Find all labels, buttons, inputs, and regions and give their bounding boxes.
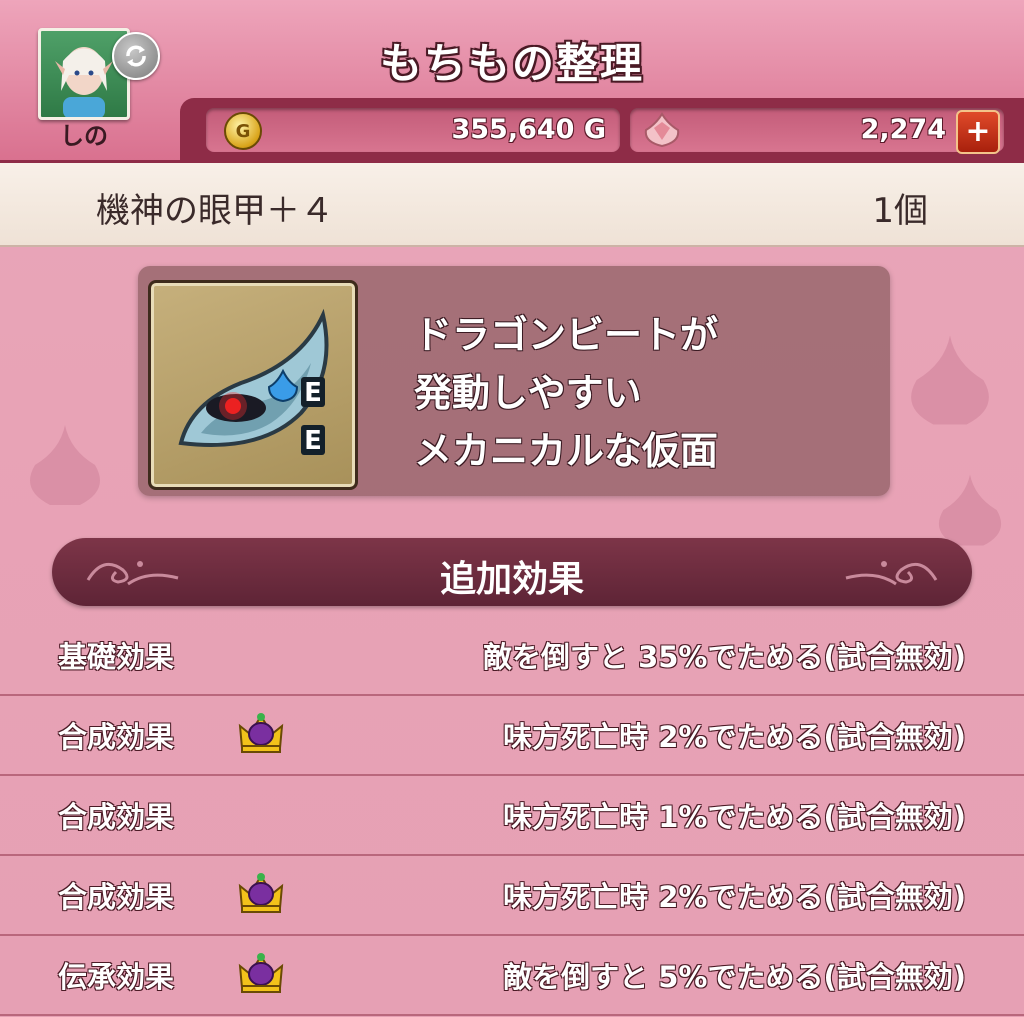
item-name: 機神の眼甲＋４ — [96, 191, 334, 231]
effect-value: 敵を倒すと 35%でためる(試合無効) — [482, 640, 966, 674]
item-count: 1個 — [872, 191, 928, 231]
effect-value: 味方死亡時 1%でためる(試合無効) — [503, 800, 966, 834]
effect-label: 合成効果 — [58, 720, 175, 754]
gold-coin-icon: G — [224, 112, 262, 150]
gem-icon — [644, 112, 680, 148]
effect-label: 基礎効果 — [58, 640, 175, 674]
effect-row: 合成効果 味方死亡時 1%でためる(試合無効) — [0, 774, 1024, 856]
page-title: もちもの整理 — [379, 39, 644, 88]
effect-row: 合成効果 味方死亡時 2%でためる(試合無効) — [0, 854, 1024, 936]
effect-row: 伝承効果 敵を倒すと 5%でためる(試合無効) — [0, 934, 1024, 1016]
effect-value: 味方死亡時 2%でためる(試合無効) — [503, 720, 966, 754]
effect-label: 合成効果 — [58, 880, 175, 914]
effect-value: 味方死亡時 2%でためる(試合無効) — [503, 880, 966, 914]
crown-icon — [238, 873, 284, 913]
equip-badge: E — [304, 378, 322, 408]
effect-label: 合成効果 — [58, 800, 175, 834]
add-gems-button[interactable]: + — [956, 110, 1000, 154]
effects-section-title: 追加効果 — [439, 559, 584, 600]
effect-row: 基礎効果 敵を倒すと 35%でためる(試合無効) — [0, 614, 1024, 696]
gem-value: 2,274 — [860, 114, 946, 145]
right-flourish-icon — [845, 561, 938, 586]
item-description-line: メカニカルな仮面 — [414, 429, 719, 473]
player-name: しの — [60, 122, 108, 150]
effect-row: 合成効果 味方死亡時 2%でためる(試合無効) — [0, 694, 1024, 776]
effect-label: 伝承効果 — [58, 960, 175, 994]
money-display: G 355,640 G — [206, 108, 620, 152]
money-value: 355,640 G — [451, 114, 606, 145]
effect-value: 敵を倒すと 5%でためる(試合無効) — [503, 960, 966, 994]
crown-icon — [238, 713, 284, 753]
mechanical-mask-icon: E E — [178, 308, 329, 456]
item-description-line: 発動しやすい — [414, 371, 642, 415]
background-slime-decoration — [911, 335, 989, 425]
equip-badge: E — [304, 426, 322, 456]
item-icon-frame[interactable]: E E — [148, 280, 358, 490]
gem-display: 2,274 + — [630, 108, 1004, 154]
background-slime-decoration — [30, 425, 100, 505]
item-name-bar: 機神の眼甲＋４ 1個 — [0, 163, 1024, 247]
item-description-line: ドラゴンビートが — [414, 313, 719, 357]
header-bar: しの もちもの整理 G 355,640 G 2,274 + — [0, 0, 1024, 163]
effects-section-header: 追加効果 — [52, 538, 972, 606]
crown-icon — [238, 953, 284, 993]
